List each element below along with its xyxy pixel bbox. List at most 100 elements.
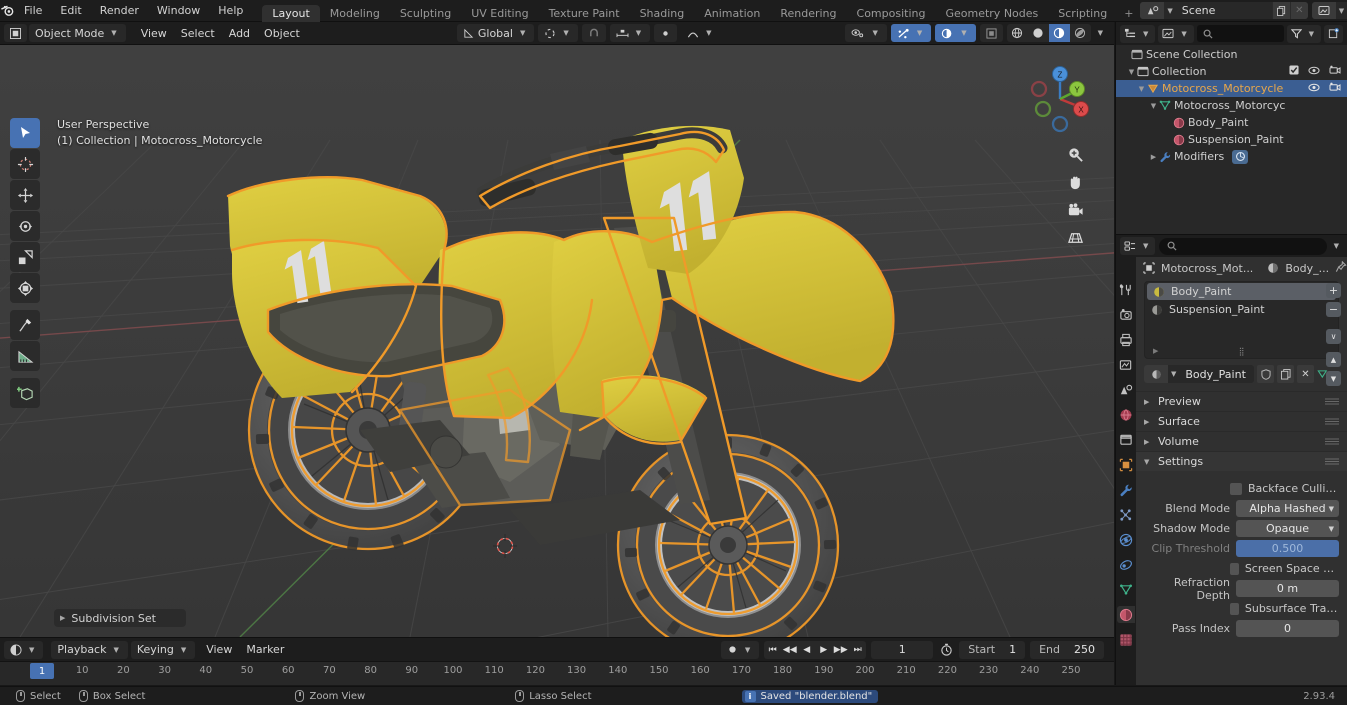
- tool-tweak-select[interactable]: [10, 118, 40, 148]
- outliner-row-scene-collection[interactable]: Scene Collection: [1116, 46, 1347, 63]
- chevron-right-icon[interactable]: ▶: [1153, 347, 1158, 355]
- perspective-grid-icon[interactable]: [1064, 227, 1086, 249]
- properties-tab-output[interactable]: [1117, 331, 1135, 348]
- workspace-tab-scripting[interactable]: Scripting: [1048, 5, 1117, 22]
- outliner-row-motocross-motorcycle[interactable]: ▼ Motocross_Motorcycle: [1116, 80, 1347, 97]
- timeline-menu-playback[interactable]: Playback ▼: [51, 640, 128, 659]
- workspace-tab-rendering[interactable]: Rendering: [770, 5, 846, 22]
- screen-space-refraction-checkbox[interactable]: [1230, 562, 1239, 575]
- pin-icon[interactable]: [1335, 260, 1347, 276]
- viewport-menu-view[interactable]: View: [134, 24, 174, 42]
- workspace-tab-uv-editing[interactable]: UV Editing: [461, 5, 538, 22]
- properties-tab-render[interactable]: [1117, 306, 1135, 323]
- subsurf-modifier-badge[interactable]: [1232, 149, 1249, 164]
- tool-scale[interactable]: [10, 242, 40, 272]
- material-slot-suspension-paint[interactable]: Suspension_Paint: [1145, 301, 1338, 318]
- move-slot-up-button[interactable]: ▲: [1326, 352, 1341, 367]
- expand-arrow-down[interactable]: ▼: [1148, 102, 1159, 110]
- move-slot-down-button[interactable]: ▼: [1326, 371, 1341, 386]
- new-scene-button[interactable]: [1271, 2, 1290, 19]
- new-collection-button[interactable]: [1324, 24, 1343, 43]
- properties-tab-scene[interactable]: [1117, 381, 1135, 398]
- slot-list-grip[interactable]: ▶ ⣿: [1145, 345, 1338, 357]
- workspace-tab-geometry-nodes[interactable]: Geometry Nodes: [935, 5, 1048, 22]
- expand-arrow-right[interactable]: ▶: [1148, 153, 1159, 161]
- menu-edit[interactable]: Edit: [51, 0, 90, 22]
- properties-editor-type[interactable]: ▼: [1120, 237, 1156, 255]
- add-workspace-button[interactable]: +: [1117, 5, 1140, 22]
- eye-icon[interactable]: [1308, 65, 1320, 78]
- checkbox-icon[interactable]: [1289, 65, 1299, 78]
- properties-tab-physics[interactable]: [1117, 531, 1135, 548]
- panel-preview[interactable]: ▶ Preview: [1136, 391, 1347, 411]
- tool-cursor[interactable]: [10, 149, 40, 179]
- camera-icon[interactable]: [1329, 82, 1341, 95]
- viewport-menu-object[interactable]: Object: [257, 24, 307, 42]
- shading-material-preview-button[interactable]: [1048, 24, 1070, 42]
- jump-to-start-button[interactable]: ⏮: [764, 641, 781, 659]
- tool-add-cube[interactable]: [10, 378, 40, 408]
- expand-arrow-down[interactable]: ▼: [1126, 68, 1137, 76]
- object-mode-dropdown[interactable]: Object Mode ▼: [29, 24, 126, 42]
- workspace-tab-shading[interactable]: Shading: [630, 5, 695, 22]
- timeline-menu-view[interactable]: View: [199, 641, 239, 659]
- overlays-toggle[interactable]: ▼: [935, 24, 976, 42]
- shadow-mode-dropdown[interactable]: Opaque ▼: [1236, 520, 1339, 537]
- playhead[interactable]: 1: [30, 663, 54, 679]
- workspace-tab-animation[interactable]: Animation: [694, 5, 770, 22]
- next-keyframe-button[interactable]: ▶▶: [832, 641, 849, 659]
- properties-tab-object[interactable]: [1117, 456, 1135, 473]
- panel-volume[interactable]: ▶ Volume: [1136, 431, 1347, 451]
- timeline-editor-type[interactable]: ▼: [4, 640, 44, 659]
- properties-tab-world[interactable]: [1117, 406, 1135, 423]
- snap-toggle[interactable]: [581, 24, 606, 42]
- tool-measure[interactable]: [10, 341, 40, 371]
- menu-help[interactable]: Help: [209, 0, 252, 22]
- outliner-filter-id[interactable]: ▼: [1158, 24, 1194, 43]
- workspace-tab-compositing[interactable]: Compositing: [847, 5, 936, 22]
- menu-window[interactable]: Window: [148, 0, 209, 22]
- transform-orientation-dropdown[interactable]: Global ▼: [456, 24, 535, 42]
- outliner-search-input[interactable]: [1196, 25, 1284, 42]
- properties-tab-collection[interactable]: [1117, 431, 1135, 448]
- gizmo-toggle[interactable]: ▼: [890, 24, 932, 42]
- timeline-menu-keying[interactable]: Keying ▼: [130, 640, 196, 659]
- chevron-down-icon[interactable]: ▼: [1331, 242, 1343, 250]
- workspace-tab-layout[interactable]: Layout: [262, 4, 320, 22]
- workspace-tab-sculpting[interactable]: Sculpting: [390, 5, 461, 22]
- backface-culling-checkbox[interactable]: [1230, 482, 1242, 495]
- add-material-slot-button[interactable]: +: [1326, 283, 1341, 298]
- shading-rendered-button[interactable]: [1070, 24, 1091, 42]
- play-reverse-button[interactable]: ◀: [798, 641, 815, 659]
- jump-to-end-button[interactable]: ⏭: [849, 641, 866, 659]
- shading-solid-button[interactable]: [1028, 24, 1049, 42]
- properties-tab-modifier[interactable]: [1117, 481, 1135, 498]
- subsurface-translucency-checkbox[interactable]: [1230, 602, 1239, 615]
- play-button[interactable]: ▶: [815, 641, 832, 659]
- remove-scene-button[interactable]: ✕: [1289, 2, 1308, 19]
- new-material-button[interactable]: [1277, 365, 1294, 383]
- 3d-viewport[interactable]: User Perspective (1) Collection | Motocr…: [0, 45, 1114, 637]
- xray-toggle[interactable]: [979, 24, 1003, 42]
- tool-transform[interactable]: [10, 273, 40, 303]
- properties-tab-particles[interactable]: [1117, 506, 1135, 523]
- material-slot-body-paint[interactable]: Body_Paint: [1147, 283, 1336, 300]
- outliner-row-mesh-data[interactable]: ▼ Motocross_Motorcyc: [1116, 97, 1347, 114]
- scene-name[interactable]: Scene: [1175, 2, 1272, 19]
- properties-tab-material[interactable]: [1117, 606, 1135, 623]
- operator-panel[interactable]: ▶ Subdivision Set: [54, 609, 186, 627]
- blender-logo-icon[interactable]: [0, 0, 15, 22]
- workspace-tab-modeling[interactable]: Modeling: [320, 5, 390, 22]
- workspace-tab-texture-paint[interactable]: Texture Paint: [539, 5, 630, 22]
- properties-search-input[interactable]: [1159, 237, 1327, 255]
- frame-end-field[interactable]: End 250: [1030, 640, 1104, 659]
- tool-move[interactable]: [10, 180, 40, 210]
- viewport-menu-add[interactable]: Add: [222, 24, 257, 42]
- outliner-row-collection[interactable]: ▼ Collection: [1116, 63, 1347, 80]
- falloff-dropdown[interactable]: ▼: [681, 24, 720, 42]
- material-name[interactable]: Body_Paint: [1179, 368, 1246, 381]
- eye-icon[interactable]: [1308, 82, 1320, 95]
- slot-specials-button[interactable]: ∨: [1326, 329, 1341, 344]
- unlink-material-button[interactable]: ✕: [1297, 365, 1314, 383]
- camera-icon[interactable]: [1064, 199, 1086, 221]
